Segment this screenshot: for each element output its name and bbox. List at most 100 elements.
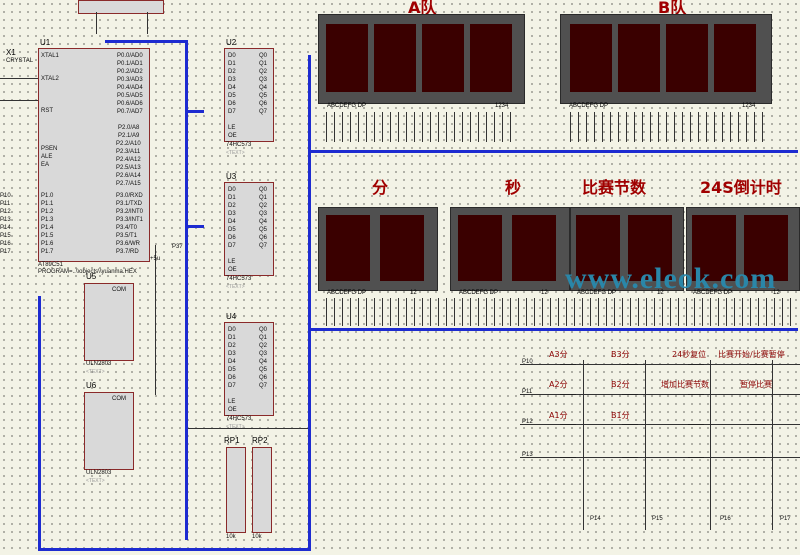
u1-pin-label: P2.7/A15 (116, 181, 141, 187)
position-label: 1234 (495, 103, 509, 109)
digit (714, 24, 756, 92)
net-p11: P11 (0, 201, 11, 207)
u2-text: <TEXT> (226, 150, 245, 156)
u1-pin-label: P2.2/A10 (116, 141, 141, 147)
net-p10: P10 (522, 359, 533, 365)
wire (155, 245, 156, 395)
position-label: 12 (541, 290, 548, 296)
u6-ref: U6 (86, 381, 97, 390)
bus-line (308, 328, 798, 331)
wire (0, 78, 38, 79)
u5-ref: U5 (86, 272, 97, 281)
rp2-ref: RP2 (252, 436, 268, 445)
u4-pins-left: D0 D1 D2 D3 D4 D5 D6 D7 LE OE (228, 327, 237, 413)
button-b1-label: B1分 (611, 411, 630, 420)
seconds-label: 秒 (505, 178, 522, 197)
u1-pin-label: P0.4/AD4 (117, 85, 143, 91)
button-b3-label: B3分 (611, 350, 630, 359)
u1-pin-label: P2.6/A14 (116, 173, 141, 179)
net-p12: P12 (0, 209, 11, 215)
shot-clock-label: 24S倒计时 (700, 178, 782, 197)
u5-text: <TEXT> (86, 369, 105, 375)
segment-label: ABCDEFG DP (459, 290, 499, 296)
push-button[interactable] (560, 394, 576, 401)
u1-pin-label: P2.5/A13 (116, 165, 141, 171)
push-button[interactable] (622, 364, 638, 371)
u1-pin-label: P1.0 (41, 193, 54, 199)
push-button[interactable] (622, 457, 638, 464)
digit (570, 24, 612, 92)
rp2-chip (252, 447, 272, 533)
digit (618, 24, 660, 92)
u4-ref: U4 (226, 312, 237, 321)
button-add-quarter-label: 增加比赛节数 (661, 380, 709, 389)
bus-line (308, 55, 311, 551)
push-button[interactable] (560, 457, 576, 464)
u3-pins-left: D0 D1 D2 D3 D4 D5 D6 D7 LE OE (228, 187, 237, 273)
push-button[interactable] (560, 424, 576, 431)
rp2-part: 10k (252, 534, 262, 540)
x1-part: CRYSTAL (6, 58, 34, 64)
position-label: 12 (410, 290, 417, 296)
push-button[interactable] (750, 424, 766, 431)
push-button[interactable] (688, 424, 704, 431)
u1-pin-label: P3.3/INT1 (116, 217, 144, 223)
u1-pin-label: P3.5/T1 (116, 233, 138, 239)
net-p14: P14 (0, 225, 11, 231)
u3-ref: U3 (226, 172, 237, 181)
u2-part: 74HC573 (226, 142, 252, 148)
u1-pin-label: P1.4 (41, 225, 54, 231)
button-start-label: 比赛开始/比赛暂停 (718, 350, 785, 359)
u1-pin-label: P2.3/A11 (116, 149, 141, 155)
rp1-part: 10k (226, 534, 236, 540)
u1-pin-label: P3.7/RD (116, 249, 139, 255)
u1-pin-label: P0.3/AD3 (117, 77, 143, 83)
u4-part: 74HC573 (226, 416, 252, 422)
push-button[interactable] (750, 457, 766, 464)
u1-pin-label: P3.4/T0 (116, 225, 138, 231)
net-p10: P10 (0, 193, 11, 199)
digit (458, 215, 502, 281)
digit (326, 24, 368, 92)
display-pins (570, 112, 766, 142)
bus-line (38, 296, 41, 550)
u1-pin-label: P0.1/AD1 (117, 61, 143, 67)
u1-pin-label: P0.2/AD2 (117, 69, 143, 75)
u1-pin-label: P1.6 (41, 241, 54, 247)
u1-pin-label: ALE (41, 154, 53, 160)
push-button[interactable] (688, 457, 704, 464)
u2-ref: U2 (226, 38, 237, 47)
digit (374, 24, 416, 92)
net-p14: P14 (590, 516, 601, 522)
position-label: 1234 (742, 103, 756, 109)
u4-text: <TEXT> (226, 424, 245, 430)
push-button[interactable] (688, 394, 704, 401)
u1-pin-label: P0.7/AD7 (117, 109, 143, 115)
u1-pin-label: P3.0/RXD (116, 193, 143, 199)
net-p15: P15 (0, 233, 11, 239)
push-button[interactable] (750, 394, 766, 401)
key-matrix-wire (772, 360, 773, 530)
digit (666, 24, 708, 92)
bus-line (188, 110, 204, 113)
push-button[interactable] (560, 364, 576, 371)
bus-line (38, 548, 310, 551)
push-button[interactable] (622, 424, 638, 431)
push-button[interactable] (750, 364, 766, 371)
push-button[interactable] (622, 394, 638, 401)
button-a1-label: A1分 (549, 411, 568, 420)
u1-pin-label: PSEN (41, 146, 58, 152)
digit (380, 215, 424, 281)
push-button[interactable] (688, 364, 704, 371)
watermark: www.eleok.com (565, 262, 777, 295)
key-matrix-wire (645, 360, 646, 530)
bus-line (308, 150, 798, 153)
digit (512, 215, 556, 281)
u3-text: <TEXT> (226, 284, 245, 290)
u4-pins-right: Q0 Q1 Q2 Q3 Q4 Q5 Q6 Q7 (259, 327, 268, 389)
u1-pin-label: P1.2 (41, 209, 54, 215)
u2-pins-left: D0 D1 D2 D3 D4 D5 D6 D7 LE OE (228, 53, 237, 139)
net-p16: P16 (720, 516, 731, 522)
u1-pin-label: P1.7 (41, 249, 54, 255)
segment-label: ABCDEFG DP (327, 103, 367, 109)
